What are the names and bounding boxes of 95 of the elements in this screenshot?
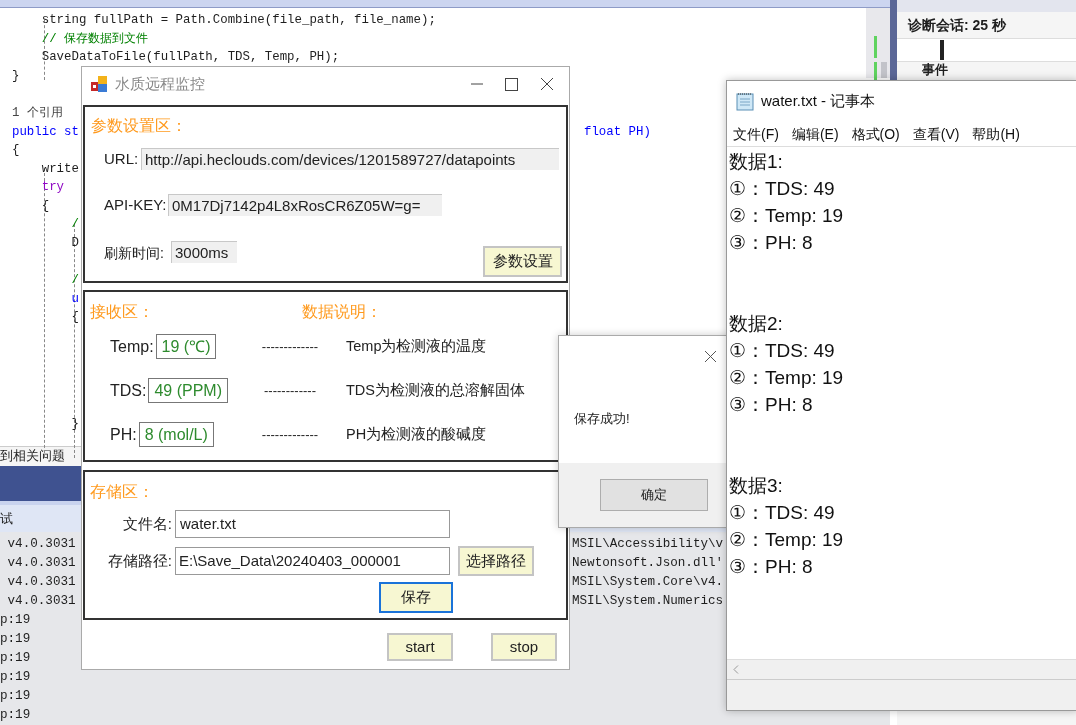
text-line: ②：Temp: 19	[729, 366, 845, 390]
code-line: }	[12, 68, 20, 83]
output-line: p:19	[0, 613, 31, 627]
code-line: 1 个引用	[12, 105, 63, 120]
text-line: ②：Temp: 19	[729, 204, 845, 228]
reading-description: TDS为检测液的总溶解固体	[346, 380, 525, 400]
reading-value: 8 (mol/L)	[138, 422, 214, 447]
group-heading: 数据说明：	[302, 302, 382, 322]
notepad-icon	[736, 92, 755, 111]
path-field[interactable]: E:\Save_Data\20240403_000001	[175, 547, 450, 575]
group-heading: 参数设置区：	[91, 116, 188, 136]
url-field[interactable]: http://api.heclouds.com/devices/1201589727/datapoints	[141, 148, 559, 171]
window-title: water.txt - 记事本	[761, 91, 876, 112]
menu-item[interactable]: 帮助(H)	[972, 123, 1020, 145]
text-line: ①：TDS: 49	[729, 177, 836, 201]
output-line: p:19	[0, 670, 31, 684]
output-line: v4.0.3031	[6, 575, 76, 589]
menu-item[interactable]: 文件(F)	[733, 123, 779, 145]
browse-button[interactable]: 选择路径	[458, 546, 534, 576]
text-line: ③：PH: 8	[729, 555, 814, 579]
horizontal-scrollbar[interactable]	[727, 659, 1076, 679]
path-label: 存储路径:	[106, 550, 173, 571]
dash-line: -------------	[260, 337, 320, 356]
group-heading: 接收区：	[90, 302, 155, 322]
reading-label: PH:	[110, 424, 137, 445]
menu-item[interactable]: 编辑(E)	[791, 123, 839, 145]
output-tab[interactable]: 试	[0, 508, 13, 529]
code-line: {	[40, 198, 50, 213]
output-line: Newtonsoft.Json.dll'	[572, 555, 724, 572]
code-line: string fullPath = Path.Combine(file_path, file_name);	[40, 12, 436, 27]
code-line: float PH)	[584, 123, 651, 141]
scrollbar[interactable]	[866, 7, 890, 78]
output-line: v4.0.3031	[6, 594, 76, 608]
code-line: /	[70, 273, 79, 288]
code-line: SaveDataToFile(fullPath, TDS, Temp, PH);	[40, 50, 340, 65]
code-line: /	[70, 217, 79, 232]
close-icon[interactable]	[540, 77, 554, 91]
scroll-left-icon[interactable]	[733, 665, 739, 674]
reading-label: Temp:	[110, 336, 154, 357]
output-line: MSIL\System.Core\v4.	[572, 574, 724, 591]
save-button[interactable]: 保存	[379, 582, 453, 613]
text-line: ①：TDS: 49	[729, 501, 836, 525]
text-line: ③：PH: 8	[729, 231, 814, 255]
code-line: {	[70, 310, 79, 325]
text-line: ①：TDS: 49	[729, 339, 836, 363]
dash-line: ------------	[263, 381, 317, 400]
ok-button[interactable]: 确定	[600, 479, 708, 511]
code-line: {	[12, 143, 20, 158]
code-line: }	[70, 417, 79, 432]
dialog-message: 保存成功!	[574, 410, 631, 428]
reading-value: 49 (PPM)	[148, 378, 229, 403]
output-line: p:19	[0, 632, 31, 646]
text-line: 数据2:	[729, 312, 784, 336]
reading-value: 19 (℃)	[155, 334, 217, 359]
reading-description: Temp为检测液的温度	[346, 336, 487, 356]
action-button[interactable]: stop	[491, 633, 557, 661]
section-title: 事件	[922, 63, 949, 77]
file-name-field[interactable]: water.txt	[175, 510, 450, 538]
output-line: p:19	[0, 651, 31, 665]
code-line: public st	[12, 124, 79, 139]
menu-item[interactable]: 格式(O)	[851, 123, 900, 145]
output-line: p:19	[0, 689, 31, 703]
output-line: MSIL\Accessibility\v	[572, 536, 724, 553]
code-line: D	[70, 236, 79, 251]
output-line: p:19	[0, 708, 31, 722]
code-line: write	[40, 161, 79, 176]
text-line: ③：PH: 8	[729, 393, 814, 417]
problems-link[interactable]: 到相关问题	[0, 446, 65, 466]
output-line: v4.0.3031	[6, 556, 76, 570]
text-line: 数据3:	[729, 474, 784, 498]
reading-description: PH为检测液的酸碱度	[346, 424, 487, 444]
close-icon[interactable]	[704, 349, 717, 363]
code-line: try	[40, 180, 65, 195]
dash-line: -------------	[260, 425, 320, 444]
reading-label: TDS:	[110, 380, 147, 401]
menu-item[interactable]: 查看(V)	[912, 123, 960, 145]
file-name-label: 文件名:	[121, 513, 173, 534]
refresh-label: 刷新时间:	[104, 244, 165, 263]
window-title: 水质远程监控	[115, 73, 205, 94]
maximize-icon[interactable]	[505, 77, 518, 91]
action-button[interactable]: start	[387, 633, 453, 661]
code-line: // 保存数据到文件	[40, 31, 149, 46]
output-line: v4.0.3031	[6, 537, 76, 551]
refresh-field[interactable]: 3000ms	[171, 241, 237, 263]
diagnostics-title: 诊断会话: 25 秒	[908, 16, 1007, 35]
output-line: MSIL\System.Numerics	[572, 593, 724, 610]
text-line: ②：Temp: 19	[729, 528, 845, 552]
code-line: u	[70, 291, 79, 306]
url-label: URL:	[104, 149, 140, 169]
api-key-label: API-KEY:	[104, 194, 168, 215]
text-line: 数据1:	[729, 150, 784, 174]
app-icon	[91, 75, 109, 93]
group-heading: 存储区：	[90, 482, 155, 502]
settings-button[interactable]: 参数设置	[483, 246, 562, 277]
api-key-field[interactable]: 0M17Dj7142p4L8xRosCR6Z05W=g=	[168, 193, 442, 216]
